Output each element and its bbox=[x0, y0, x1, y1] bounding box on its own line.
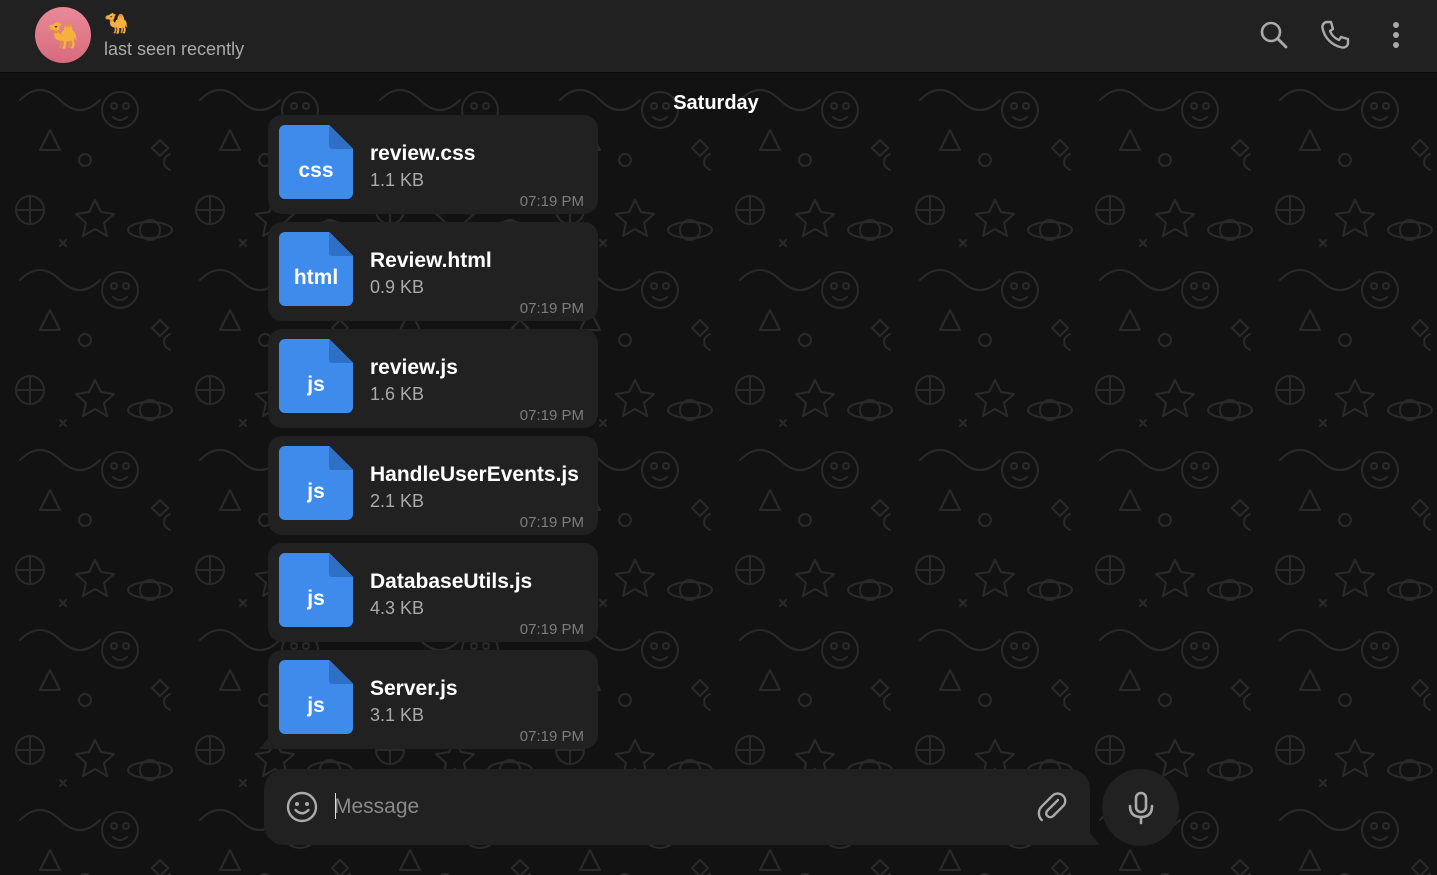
file-message[interactable]: js Server.js 3.1 KB 07:19 PM bbox=[268, 650, 598, 749]
emoji-button[interactable] bbox=[284, 789, 320, 825]
file-icon-fold bbox=[329, 232, 353, 256]
file-size: 2.1 KB bbox=[370, 491, 425, 511]
attach-button[interactable] bbox=[1034, 789, 1070, 825]
file-size: 4.3 KB bbox=[370, 598, 425, 618]
file-name: Review.html bbox=[370, 249, 492, 272]
file-extension: html bbox=[293, 266, 339, 289]
search-button[interactable] bbox=[1251, 12, 1297, 58]
file-name: Server.js bbox=[370, 677, 458, 700]
microphone-icon bbox=[1128, 791, 1153, 824]
file-name: review.js bbox=[370, 356, 458, 379]
file-size: 0.9 KB bbox=[370, 277, 425, 297]
date-separator: Saturday bbox=[673, 91, 759, 114]
emoji-icon bbox=[286, 791, 318, 823]
search-icon bbox=[1260, 21, 1288, 49]
message-input[interactable] bbox=[334, 791, 1014, 823]
message-time: 07:19 PM bbox=[519, 300, 584, 317]
chat-background-pattern bbox=[0, 0, 1437, 875]
message-list: css review.css 1.1 KB 07:19 PM html Revi… bbox=[268, 115, 598, 757]
file-size: 1.1 KB bbox=[370, 170, 425, 190]
peer-status: last seen recently bbox=[104, 39, 245, 59]
more-options-button[interactable] bbox=[1373, 12, 1419, 58]
file-size: 3.1 KB bbox=[370, 705, 425, 725]
file-name: review.css bbox=[370, 142, 476, 165]
file-message[interactable]: js HandleUserEvents.js 2.1 KB 07:19 PM bbox=[268, 436, 598, 535]
more-vertical-icon bbox=[1393, 22, 1399, 48]
file-extension: js bbox=[307, 480, 325, 503]
file-size: 1.6 KB bbox=[370, 384, 425, 404]
file-message[interactable]: css review.css 1.1 KB 07:19 PM bbox=[268, 115, 598, 214]
chat-header: 🐪 🐪 last seen recently bbox=[0, 0, 1437, 73]
file-extension: js bbox=[307, 373, 325, 396]
file-message[interactable]: js review.js 1.6 KB 07:19 PM bbox=[268, 329, 598, 428]
call-button[interactable] bbox=[1312, 12, 1358, 58]
file-extension: js bbox=[307, 587, 325, 610]
file-icon-fold bbox=[329, 125, 353, 149]
text-cursor bbox=[335, 793, 336, 819]
file-extension: css bbox=[298, 159, 334, 182]
file-message[interactable]: html Review.html 0.9 KB 07:19 PM bbox=[268, 222, 598, 321]
file-extension: js bbox=[307, 694, 325, 717]
file-icon-fold bbox=[329, 446, 353, 470]
message-time: 07:19 PM bbox=[519, 193, 584, 210]
avatar-emoji: 🐪 bbox=[46, 19, 80, 50]
phone-icon bbox=[1321, 20, 1350, 49]
message-time: 07:19 PM bbox=[519, 728, 584, 745]
message-time: 07:19 PM bbox=[519, 514, 584, 531]
file-name: HandleUserEvents.js bbox=[370, 463, 579, 486]
file-icon-fold bbox=[329, 339, 353, 363]
peer-name[interactable]: 🐪 bbox=[104, 12, 129, 36]
paperclip-icon bbox=[1037, 792, 1067, 822]
message-time: 07:19 PM bbox=[519, 407, 584, 424]
file-name: DatabaseUtils.js bbox=[370, 570, 533, 593]
voice-record-button[interactable] bbox=[1102, 769, 1179, 846]
file-message[interactable]: js DatabaseUtils.js 4.3 KB 07:19 PM bbox=[268, 543, 598, 642]
message-composer bbox=[264, 769, 1090, 845]
peer-avatar[interactable]: 🐪 bbox=[35, 7, 91, 63]
telegram-chat-window: 🐪 🐪 last seen recently Saturday css revi… bbox=[0, 0, 1437, 875]
message-time: 07:19 PM bbox=[519, 621, 584, 638]
